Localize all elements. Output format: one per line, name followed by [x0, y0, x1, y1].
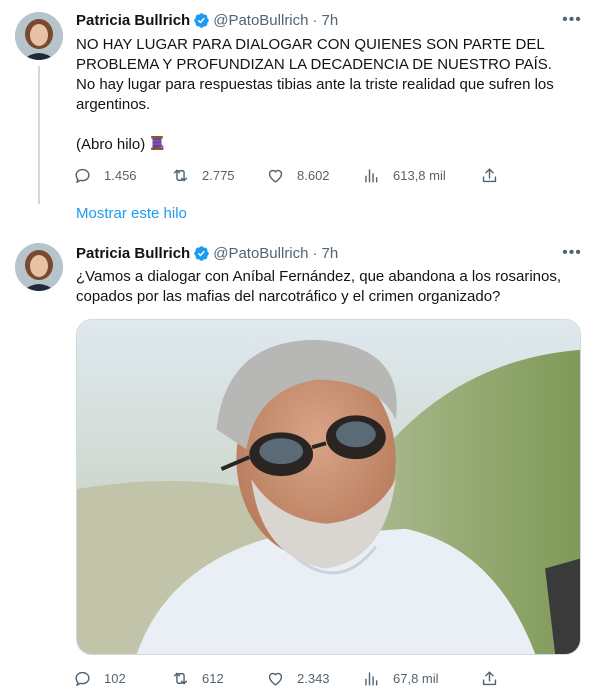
like-button[interactable]: 2.343	[266, 663, 330, 687]
tweet-actions: 102 612 2.343 67,8 mil	[73, 663, 513, 687]
views-count: 613,8 mil	[393, 167, 446, 183]
share-button[interactable]	[480, 160, 511, 190]
reply-button[interactable]: 1.456	[73, 160, 137, 190]
share-icon	[482, 670, 497, 685]
tweet-timestamp[interactable]: 7h	[322, 245, 339, 262]
analytics-bars-icon	[365, 671, 378, 686]
tweet-header: Patricia Bullrich @PatoBullrich · 7h	[76, 10, 338, 30]
analytics-bars-icon	[365, 168, 378, 183]
author-handle[interactable]: @PatoBullrich	[213, 12, 308, 29]
tweet-text: ¿Vamos a dialogar con Aníbal Fernández, …	[76, 268, 566, 305]
verified-badge-icon	[194, 12, 209, 28]
share-icon	[482, 167, 497, 182]
separator-dot: ·	[312, 11, 318, 29]
tweet-timestamp[interactable]: 7h	[322, 12, 339, 29]
author-avatar[interactable]	[15, 12, 63, 60]
author-name[interactable]: Patricia Bullrich	[76, 12, 190, 29]
spool-of-thread-icon	[151, 136, 164, 151]
photo-image	[77, 320, 580, 654]
tweet-header: Patricia Bullrich @PatoBullrich · 7h	[76, 243, 338, 263]
author-handle[interactable]: @PatoBullrich	[213, 245, 308, 262]
show-thread-link[interactable]: Mostrar este hilo	[76, 205, 187, 222]
retweet-button[interactable]: 2.775	[171, 160, 235, 190]
verified-badge-icon	[194, 245, 209, 261]
heart-icon	[268, 169, 283, 183]
tweet-1[interactable]: Patricia Bullrich @PatoBullrich · 7h •••…	[0, 0, 604, 204]
like-count: 8.602	[297, 167, 330, 183]
thread-connector-line	[38, 66, 40, 204]
tweet-2[interactable]: Patricia Bullrich @PatoBullrich · 7h •••…	[0, 232, 604, 687]
reply-icon	[75, 671, 90, 686]
author-avatar[interactable]	[15, 243, 63, 291]
more-options-icon[interactable]: •••	[560, 10, 584, 30]
tweet-media-photo[interactable]	[76, 319, 581, 655]
like-button[interactable]: 8.602	[266, 160, 330, 190]
retweet-icon	[173, 672, 188, 684]
retweet-button[interactable]: 612	[171, 663, 224, 687]
views-button[interactable]: 613,8 mil	[362, 160, 446, 190]
retweet-icon	[173, 169, 188, 181]
more-options-icon[interactable]: •••	[560, 243, 584, 263]
tweet-text-content: NO HAY LUGAR PARA DIALOGAR CON QUIENES S…	[76, 36, 554, 153]
like-count: 2.343	[297, 670, 330, 686]
author-name[interactable]: Patricia Bullrich	[76, 245, 190, 262]
separator-dot: ·	[312, 244, 318, 262]
reply-icon	[75, 168, 90, 183]
reply-count: 102	[104, 670, 126, 686]
reply-count: 1.456	[104, 167, 137, 183]
retweet-count: 612	[202, 670, 224, 686]
tweet-actions: 1.456 2.775 8.602 613,8 mil	[73, 160, 513, 190]
views-count: 67,8 mil	[393, 670, 439, 686]
thread-dots	[38, 200, 40, 204]
reply-button[interactable]: 102	[73, 663, 126, 687]
retweet-count: 2.775	[202, 167, 235, 183]
views-button[interactable]: 67,8 mil	[362, 663, 439, 687]
share-button[interactable]	[480, 663, 511, 687]
tweet-text: NO HAY LUGAR PARA DIALOGAR CON QUIENES S…	[76, 35, 586, 155]
heart-icon	[268, 672, 283, 686]
